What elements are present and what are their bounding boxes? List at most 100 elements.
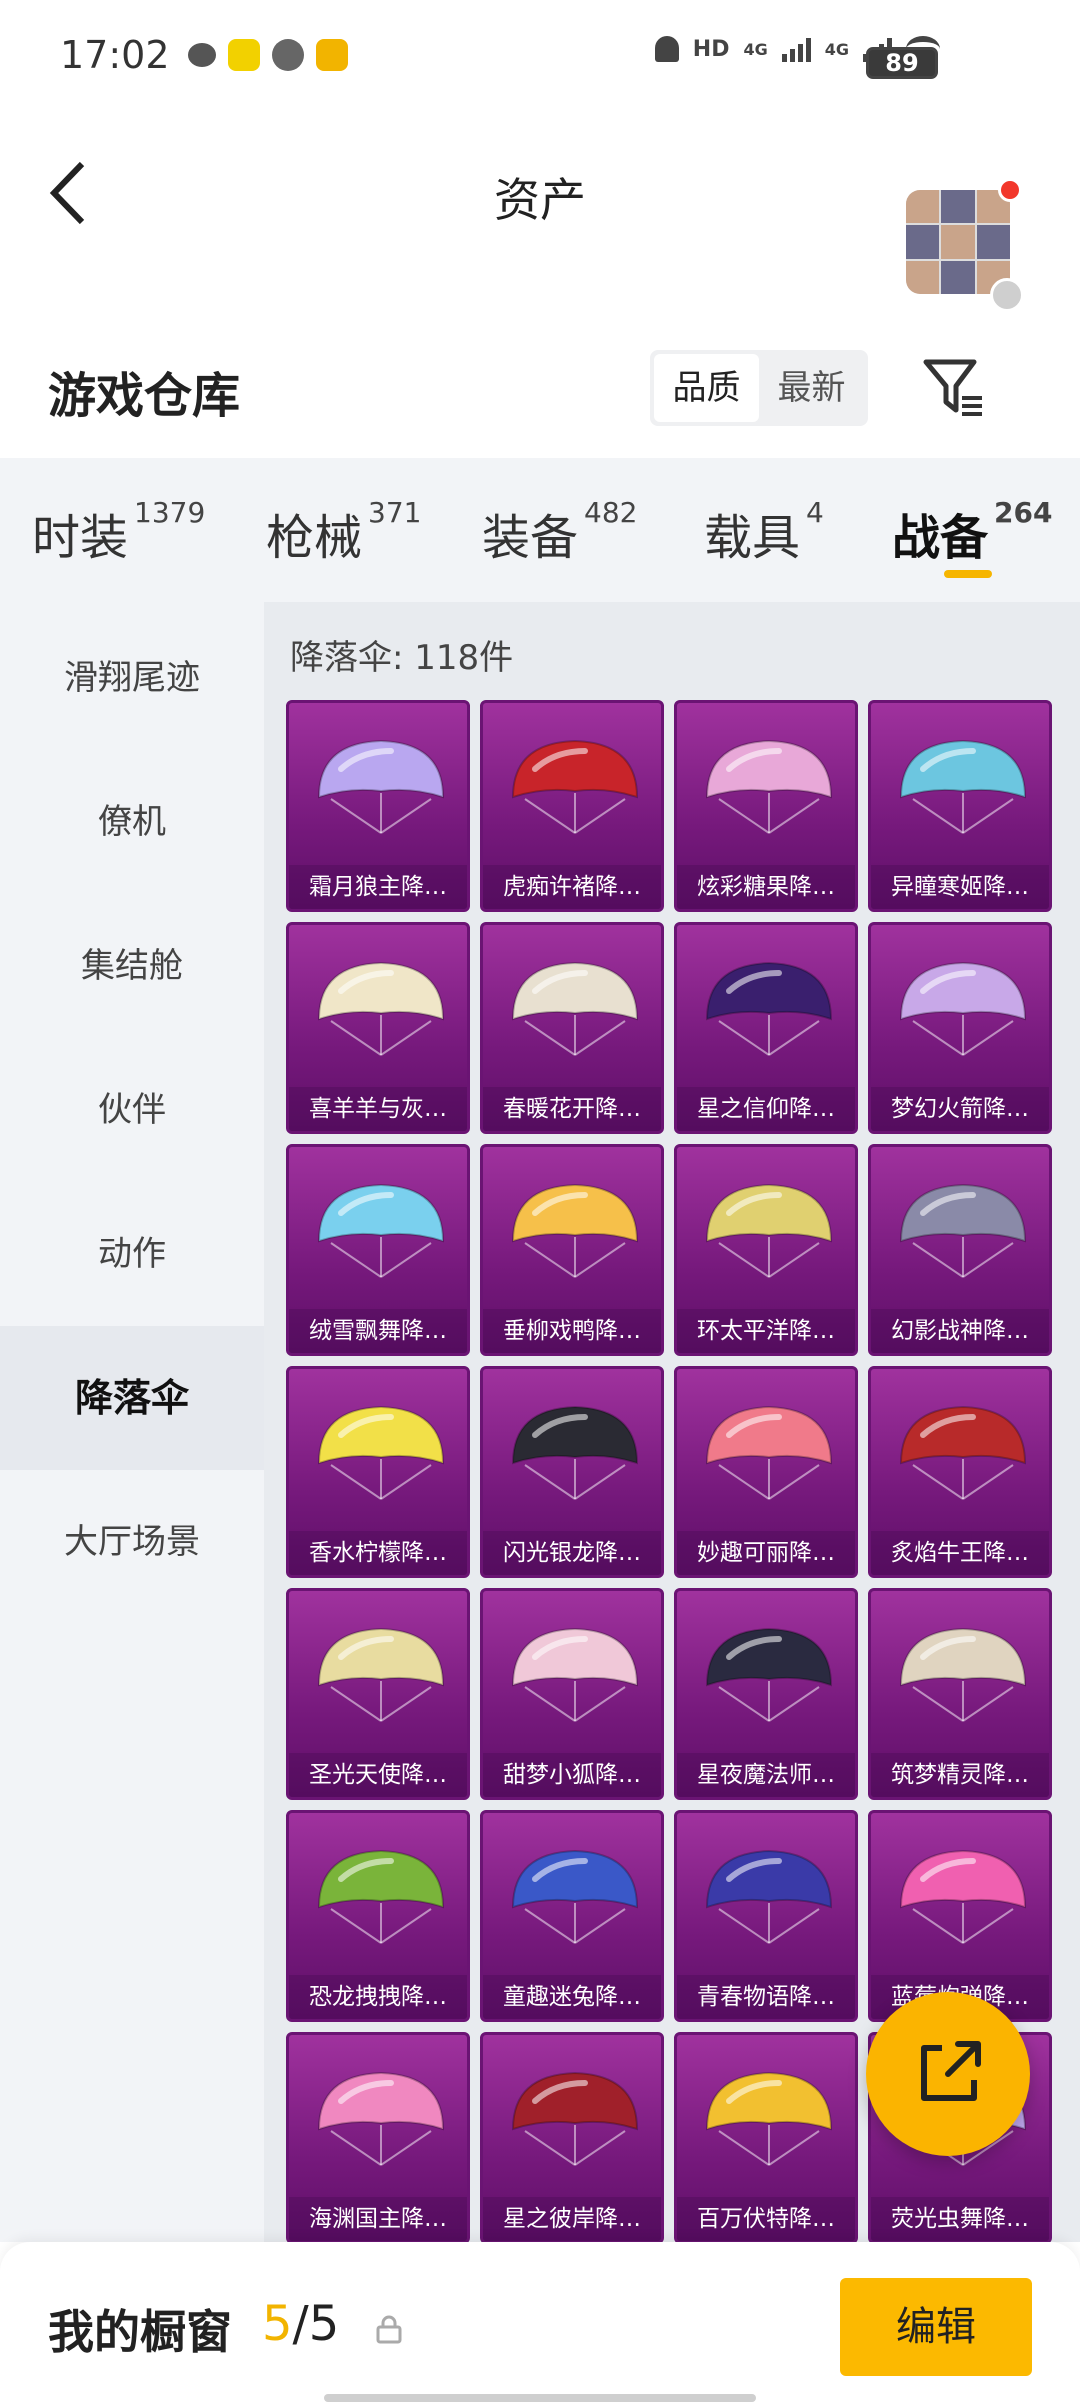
tab-vehicles[interactable]: 载具 4 (704, 496, 824, 568)
side-item-assembly-pod[interactable]: 集结舱 (0, 894, 264, 1038)
item-card-label: 海渊国主降… (289, 2197, 467, 2241)
side-item-emote[interactable]: 动作 (0, 1182, 264, 1326)
tab-count: 482 (584, 496, 638, 529)
parachute-icon (705, 1849, 833, 1944)
item-card[interactable]: 梦幻火箭降… (868, 922, 1052, 1134)
item-card[interactable]: 青春物语降… (674, 1810, 858, 2022)
item-card-label: 炙焰牛王降… (871, 1531, 1049, 1575)
item-card-label: 香水柠檬降… (289, 1531, 467, 1575)
item-card[interactable]: 炫彩糖果降… (674, 700, 858, 912)
item-card[interactable]: 百万伏特降… (674, 2032, 858, 2242)
parachute-icon (317, 1183, 445, 1278)
item-card[interactable]: 筑梦精灵降… (868, 1588, 1052, 1800)
parachute-icon (705, 1405, 833, 1500)
side-item-lobby-scene[interactable]: 大厅场景 (0, 1470, 264, 1614)
item-card[interactable]: 圣光天使降… (286, 1588, 470, 1800)
item-card-label: 垂柳戏鸭降… (483, 1309, 661, 1353)
battery-indicator: 89 (866, 47, 938, 79)
side-item-glide-trail[interactable]: 滑翔尾迹 (0, 606, 264, 750)
sort-option-quality[interactable]: 品质 (654, 354, 759, 422)
parachute-icon (317, 961, 445, 1056)
avatar[interactable] (906, 190, 1010, 294)
notification-dot (998, 178, 1022, 202)
item-card-label: 甜梦小狐降… (483, 1753, 661, 1797)
item-card-label: 星之彼岸降… (483, 2197, 661, 2241)
item-card-label: 虎痴许褚降… (483, 865, 661, 909)
tab-count: 4 (806, 496, 824, 529)
item-card[interactable]: 春暖花开降… (480, 922, 664, 1134)
item-card[interactable]: 喜羊羊与灰… (286, 922, 470, 1134)
showcase-label: 我的橱窗 (48, 2305, 232, 2359)
item-card[interactable]: 霜月狼主降… (286, 700, 470, 912)
mute-icon (654, 36, 679, 62)
item-card[interactable]: 环太平洋降… (674, 1144, 858, 1356)
home-indicator (324, 2394, 756, 2402)
parachute-icon (511, 1627, 639, 1722)
tab-count: 371 (368, 496, 422, 529)
item-card[interactable]: 星之信仰降… (674, 922, 858, 1134)
edit-button[interactable]: 编辑 (840, 2278, 1032, 2376)
parachute-icon (511, 1849, 639, 1944)
item-card[interactable]: 绒雪飘舞降… (286, 1144, 470, 1356)
item-card[interactable]: 闪光银龙降… (480, 1366, 664, 1578)
item-card-label: 幻影战神降… (871, 1309, 1049, 1353)
sort-option-latest[interactable]: 最新 (759, 354, 864, 422)
item-card[interactable]: 香水柠檬降… (286, 1366, 470, 1578)
category-tabs: 时装 1379 枪械 371 装备 482 载具 4 战备 264 (0, 458, 1080, 602)
item-card-label: 春暖花开降… (483, 1087, 661, 1131)
item-card[interactable]: 恐龙拽拽降… (286, 1810, 470, 2022)
parachute-icon (511, 961, 639, 1056)
parachute-icon (511, 739, 639, 834)
item-card[interactable]: 异瞳寒姬降… (868, 700, 1052, 912)
parachute-icon (511, 1405, 639, 1500)
bottom-bar: 我的橱窗 5/5 编辑 (0, 2242, 1080, 2408)
item-card[interactable]: 垂柳戏鸭降… (480, 1144, 664, 1356)
tab-label: 枪械 (266, 510, 363, 566)
tab-equipment[interactable]: 装备 482 (482, 496, 638, 568)
share-button[interactable] (866, 1992, 1030, 2156)
parachute-icon (899, 1405, 1027, 1500)
tab-fashion[interactable]: 时装 1379 (32, 496, 206, 568)
item-card[interactable]: 星夜魔法师… (674, 1588, 858, 1800)
item-card[interactable]: 蓝莓炮弹降… (868, 1810, 1052, 2022)
tab-label: 战备 (892, 510, 989, 566)
parachute-icon (317, 2071, 445, 2166)
signal-icon (781, 36, 811, 62)
item-card-label: 童趣迷兔降… (483, 1975, 661, 2019)
item-card[interactable]: 炙焰牛王降… (868, 1366, 1052, 1578)
status-app-icons (187, 39, 348, 71)
showcase-count: 5/5 (262, 2296, 339, 2352)
item-card[interactable]: 童趣迷兔降… (480, 1810, 664, 2022)
item-card[interactable]: 幻影战神降… (868, 1144, 1052, 1356)
item-card-label: 恐龙拽拽降… (289, 1975, 467, 2019)
side-item-wingman[interactable]: 僚机 (0, 750, 264, 894)
parachute-icon (899, 1849, 1027, 1944)
tab-weapons[interactable]: 枪械 371 (266, 496, 422, 568)
tab-label: 时装 (32, 510, 129, 566)
network-label: 4G (824, 39, 849, 59)
item-card-label: 绒雪飘舞降… (289, 1309, 467, 1353)
sort-toggle: 品质 最新 (650, 350, 868, 426)
item-card[interactable]: 妙趣可丽降… (674, 1366, 858, 1578)
item-card-label: 圣光天使降… (289, 1753, 467, 1797)
item-card[interactable]: 虎痴许褚降… (480, 700, 664, 912)
tab-count: 1379 (134, 496, 206, 529)
parachute-icon (705, 2071, 833, 2166)
item-card-label: 筑梦精灵降… (871, 1753, 1049, 1797)
filter-icon[interactable] (922, 356, 986, 418)
showcase-current: 5 (262, 2296, 293, 2352)
side-item-parachute[interactable]: 降落伞 (0, 1326, 264, 1470)
parachute-icon (899, 739, 1027, 834)
parachute-icon (705, 1627, 833, 1722)
app-icon (315, 39, 348, 71)
item-card[interactable]: 甜梦小狐降… (480, 1588, 664, 1800)
tab-combat-gear[interactable]: 战备 264 (892, 496, 1052, 568)
item-card-label: 妙趣可丽降… (677, 1531, 855, 1575)
item-card[interactable]: 海渊国主降… (286, 2032, 470, 2242)
item-card[interactable]: 星之彼岸降… (480, 2032, 664, 2242)
warehouse-title: 游戏仓库 (48, 368, 241, 424)
item-card-label: 梦幻火箭降… (871, 1087, 1049, 1131)
side-item-companion[interactable]: 伙伴 (0, 1038, 264, 1182)
parachute-icon (899, 1627, 1027, 1722)
item-card-label: 星之信仰降… (677, 1087, 855, 1131)
